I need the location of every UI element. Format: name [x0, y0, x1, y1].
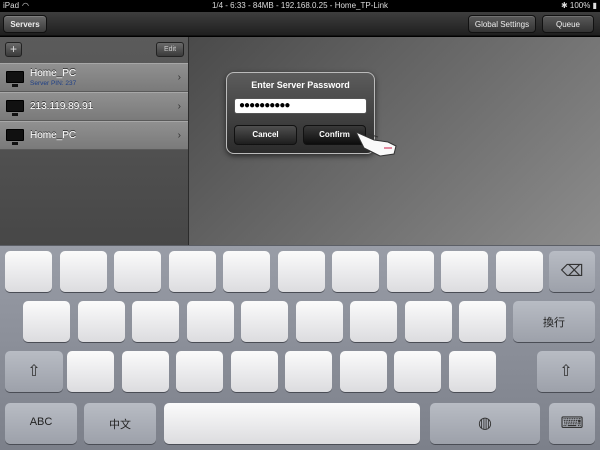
- server-row[interactable]: Home_PC ›: [0, 121, 188, 150]
- shift-key-right[interactable]: ⇧: [537, 351, 595, 392]
- key[interactable]: [386, 251, 434, 292]
- key[interactable]: [59, 251, 107, 292]
- monitor-icon: [6, 129, 24, 145]
- key[interactable]: [23, 301, 70, 342]
- battery-percent: 100%: [569, 1, 591, 10]
- return-key[interactable]: 換行: [513, 301, 595, 342]
- dialog-title: Enter Server Password: [251, 80, 350, 90]
- key[interactable]: [332, 251, 379, 292]
- queue-button[interactable]: Queue: [542, 15, 594, 33]
- key[interactable]: [295, 301, 343, 342]
- chinese-key[interactable]: 中文: [84, 403, 156, 444]
- key[interactable]: [67, 351, 114, 392]
- edit-button[interactable]: Edit: [156, 42, 184, 57]
- key[interactable]: [241, 301, 288, 342]
- server-name: Home_PC: [30, 130, 77, 141]
- shift-icon: ⇧: [559, 363, 573, 380]
- key[interactable]: [223, 251, 270, 292]
- server-name: Home_PC: [30, 68, 77, 79]
- key[interactable]: [176, 351, 223, 392]
- chevron-right-icon: ›: [177, 130, 181, 141]
- key[interactable]: [277, 251, 325, 292]
- monitor-icon: [6, 100, 24, 116]
- status-center-text: 1/4 - 6:33 - 84MB - 192.168.0.25 - Home_…: [211, 1, 389, 10]
- key[interactable]: [394, 351, 441, 392]
- server-row[interactable]: 213.119.89.91 ›: [0, 92, 188, 121]
- sidebar-toolbar: + Edit: [0, 37, 188, 63]
- password-dialog: Enter Server Password ●●●●●●●●●● Cancel …: [226, 72, 375, 154]
- globe-icon: ◍: [478, 415, 492, 432]
- key[interactable]: [186, 301, 234, 342]
- monitor-icon: [6, 71, 24, 87]
- password-field[interactable]: ●●●●●●●●●●: [234, 98, 367, 114]
- add-server-button[interactable]: +: [5, 42, 22, 57]
- delete-key[interactable]: ⌫: [549, 251, 595, 292]
- global-settings-button[interactable]: Global Settings: [468, 15, 536, 33]
- globe-key[interactable]: ◍: [430, 403, 540, 444]
- keyboard-hide-key[interactable]: ⌨: [549, 403, 595, 444]
- keyboard-hide-icon: ⌨: [560, 415, 584, 432]
- battery-icon: ▮: [592, 1, 597, 10]
- shift-icon: ⇧: [27, 363, 41, 380]
- chevron-right-icon: ›: [177, 101, 181, 112]
- abc-key[interactable]: ABC: [5, 403, 77, 444]
- bluetooth-icon: ✱: [560, 1, 568, 10]
- status-bar: iPad ◠ 1/4 - 6:33 - 84MB - 192.168.0.25 -…: [0, 0, 600, 12]
- server-name: 213.119.89.91: [30, 101, 94, 112]
- key[interactable]: [285, 351, 332, 392]
- key-label: 換行: [543, 317, 565, 329]
- key-label: ABC: [29, 416, 53, 428]
- key[interactable]: [230, 351, 278, 392]
- shift-key-left[interactable]: ⇧: [5, 351, 63, 392]
- key[interactable]: [168, 251, 216, 292]
- backspace-icon: ⌫: [560, 263, 584, 280]
- space-key[interactable]: [164, 403, 420, 444]
- server-sidebar: + Edit Home_PC Server PIN: 237 › 213.119…: [0, 37, 188, 245]
- server-row[interactable]: Home_PC Server PIN: 237 ›: [0, 63, 188, 92]
- key[interactable]: [441, 251, 488, 292]
- key[interactable]: [5, 251, 52, 292]
- key[interactable]: [404, 301, 452, 342]
- cancel-button[interactable]: Cancel: [234, 125, 297, 145]
- key[interactable]: [121, 351, 169, 392]
- key-label: 中文: [109, 419, 131, 431]
- key[interactable]: [495, 251, 543, 292]
- key[interactable]: [448, 351, 496, 392]
- server-pin: Server PIN: 237: [30, 80, 77, 87]
- key[interactable]: [350, 301, 397, 342]
- navigation-bar: Servers Global Settings Queue: [0, 12, 600, 36]
- key[interactable]: [77, 301, 125, 342]
- key[interactable]: [339, 351, 387, 392]
- chevron-right-icon: ›: [177, 72, 181, 83]
- key[interactable]: [114, 251, 161, 292]
- hand-pointer-icon: [354, 130, 397, 157]
- servers-button[interactable]: Servers: [3, 15, 47, 33]
- key[interactable]: [459, 301, 506, 342]
- onscreen-keyboard: ⌫ 換行 ⇧ ⇧ ABC 中文 ◍ ⌨: [0, 245, 600, 450]
- key[interactable]: [132, 301, 179, 342]
